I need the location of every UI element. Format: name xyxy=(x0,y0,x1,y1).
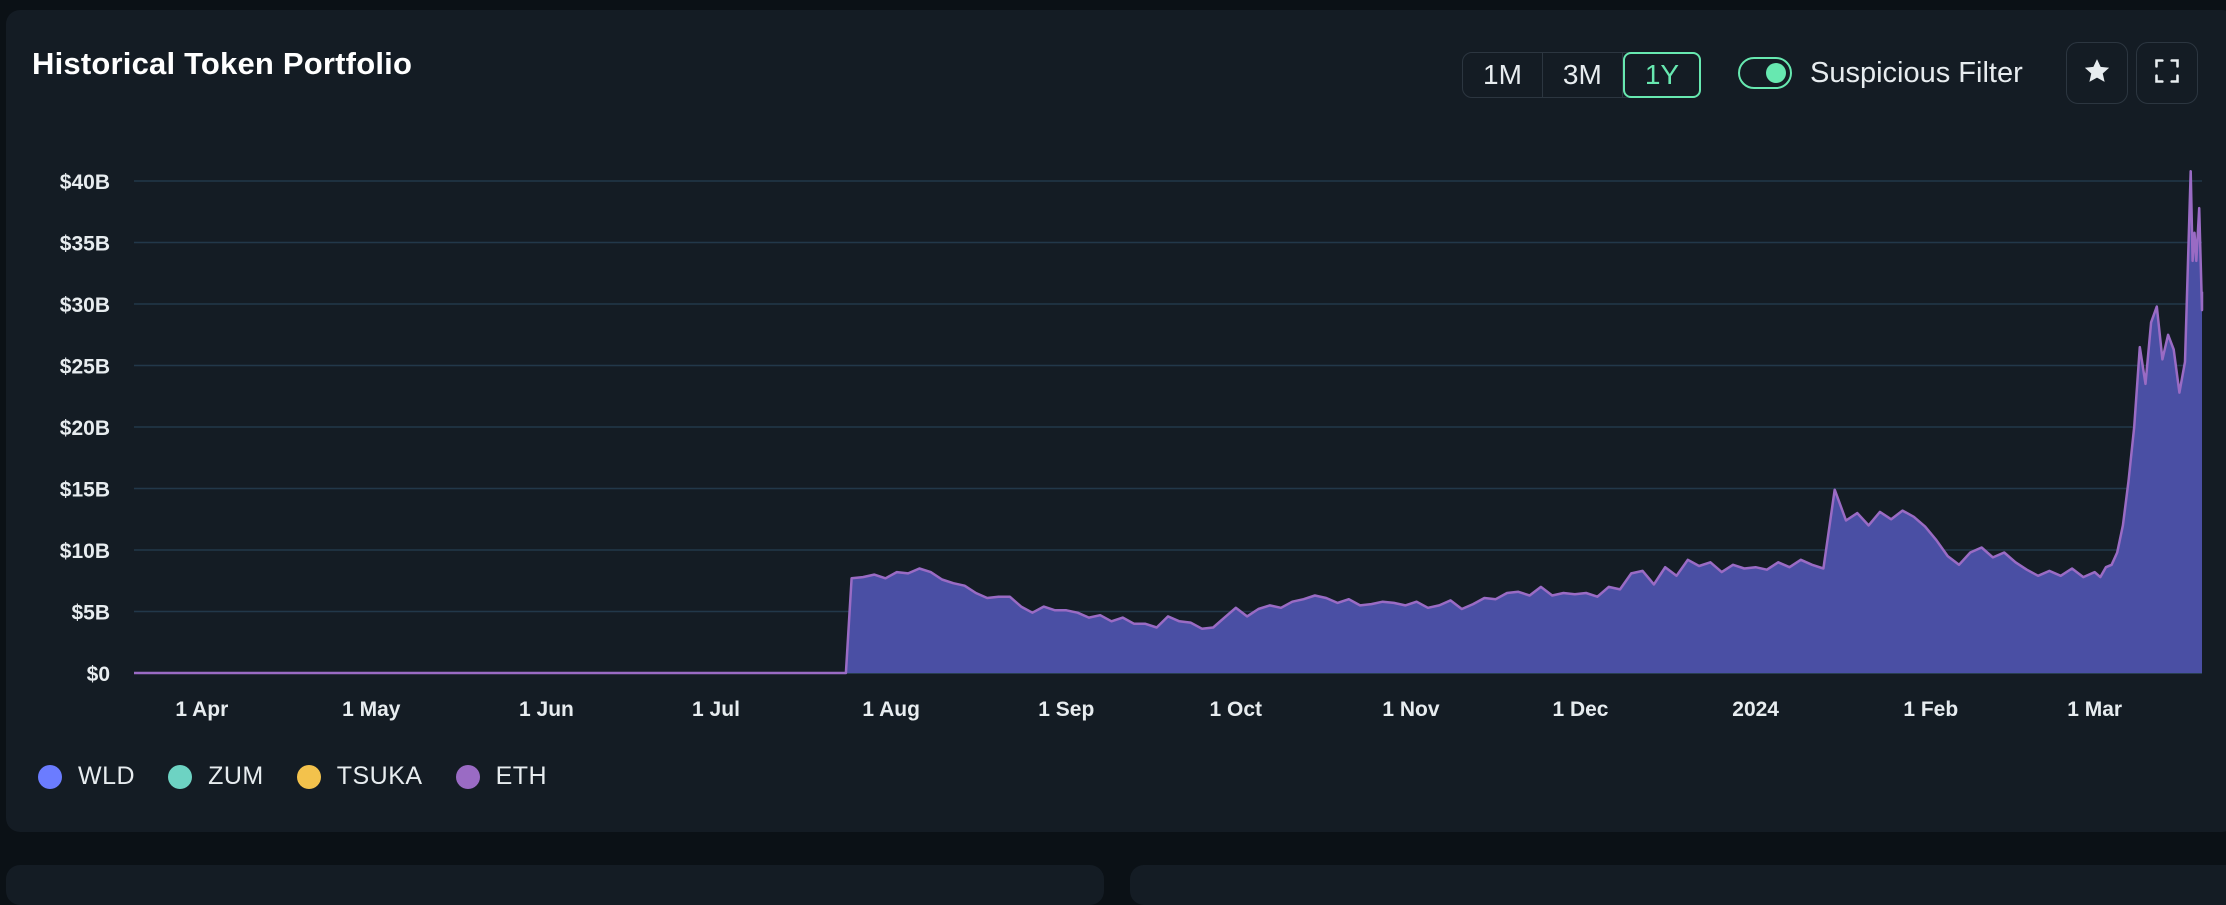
legend-dot xyxy=(296,764,321,789)
x-tick-label: 1 Nov xyxy=(1382,698,1440,721)
y-tick-label: $20B xyxy=(60,417,110,440)
legend-label: TSUKA xyxy=(336,762,423,790)
y-tick-label: $10B xyxy=(60,540,110,563)
legend-item-wld[interactable]: WLD xyxy=(38,762,135,791)
y-tick-label: $5B xyxy=(71,602,110,625)
x-tick-label: 1 Dec xyxy=(1552,698,1608,721)
legend-item-eth[interactable]: ETH xyxy=(455,762,548,791)
portfolio-area-chart: $40B$35B$30B$25B$20B$15B$10B$5B$0 1 Apr 1… xyxy=(60,169,2204,721)
x-tick-label: 1 Feb xyxy=(1903,698,1958,721)
y-axis-ticks: $40B $35B $30B $25B $20B $15B $10B $5B $0 xyxy=(60,171,110,686)
chart-area-series xyxy=(134,169,2204,675)
x-tick-label: 1 Oct xyxy=(1210,698,1263,721)
legend-label: ZUM xyxy=(208,762,264,790)
y-tick-label: $0 xyxy=(87,663,110,686)
legend-item-zum[interactable]: ZUM xyxy=(168,762,264,791)
legend-label: ETH xyxy=(495,762,548,790)
x-tick-label: 2024 xyxy=(1732,698,1779,721)
eth-area-fill xyxy=(134,171,2202,673)
chart-legend: WLD ZUM TSUKA ETH xyxy=(38,762,580,791)
x-tick-label: 1 Sep xyxy=(1038,698,1094,721)
x-tick-label: 1 May xyxy=(342,698,401,721)
x-tick-label: 1 Mar xyxy=(2067,698,2122,721)
y-tick-label: $30B xyxy=(60,294,110,317)
y-tick-label: $40B xyxy=(60,171,110,194)
x-tick-label: 1 Apr xyxy=(175,698,228,721)
x-axis-ticks: 1 Apr 1 May 1 Jun 1 Jul 1 Aug 1 Sep 1 Oct 1 Nov… xyxy=(175,698,2122,721)
x-tick-label: 1 Aug xyxy=(862,698,920,721)
bottom-panel-left xyxy=(6,865,1104,905)
legend-dot xyxy=(38,764,62,789)
legend-label: WLD xyxy=(78,762,136,790)
y-tick-label: $15B xyxy=(60,479,110,502)
legend-dot xyxy=(455,764,480,789)
x-tick-label: 1 Jun xyxy=(519,698,574,721)
bottom-panel-right xyxy=(1130,865,2226,905)
x-tick-label: 1 Jul xyxy=(692,698,740,721)
legend-dot xyxy=(168,764,193,789)
legend-item-tsuka[interactable]: TSUKA xyxy=(296,762,423,791)
y-tick-label: $35B xyxy=(60,233,110,256)
y-tick-label: $25B xyxy=(60,356,110,379)
